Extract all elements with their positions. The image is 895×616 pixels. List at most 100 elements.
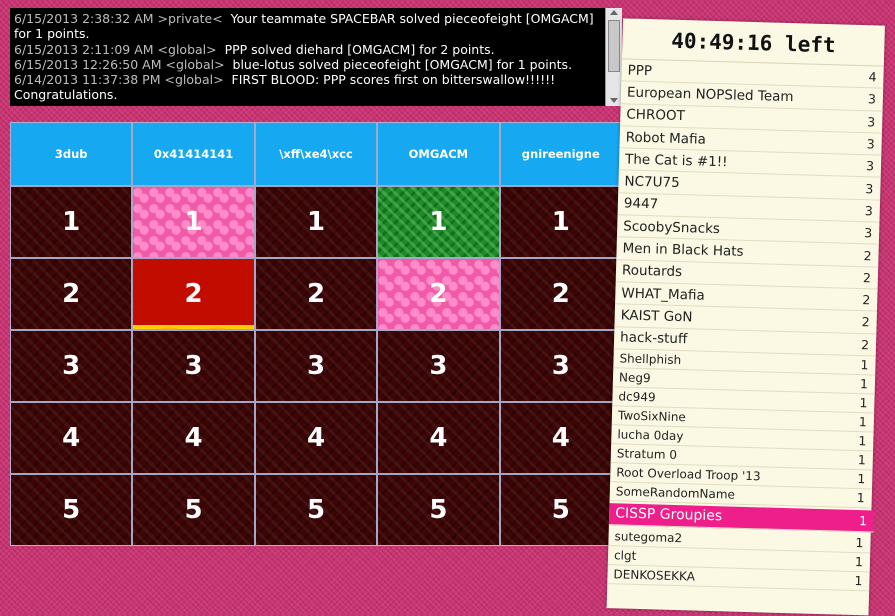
challenge-points: 4 xyxy=(184,423,203,453)
challenge-cell[interactable]: 4 xyxy=(500,403,621,473)
challenge-points: 2 xyxy=(62,279,81,309)
challenge-cell[interactable]: 3 xyxy=(11,331,132,401)
team-name: DENKOSEKKA xyxy=(613,567,696,584)
team-score: 1 xyxy=(858,414,868,430)
challenge-points: 5 xyxy=(551,495,570,525)
scroll-thumb[interactable] xyxy=(608,20,620,72)
chat-scrollbar[interactable] xyxy=(605,8,622,106)
team-name: clgt xyxy=(613,548,637,563)
team-name: Root Overload Troop '13 xyxy=(616,465,761,484)
chat-timestamp: 6/15/2013 2:38:32 AM >private< xyxy=(14,11,223,26)
team-score: 2 xyxy=(862,269,872,286)
team-name: 9447 xyxy=(623,195,659,213)
category-header: gnireenigne xyxy=(500,123,621,185)
team-score: 1 xyxy=(854,573,863,589)
team-name: Men in Black Hats xyxy=(622,240,744,260)
challenge-cell[interactable]: 4 xyxy=(133,403,254,473)
challenge-points: 5 xyxy=(429,495,448,525)
team-name: TwoSixNine xyxy=(617,408,686,425)
team-score: 3 xyxy=(865,180,874,197)
challenge-points: 4 xyxy=(429,423,448,453)
team-score: 1 xyxy=(856,490,865,506)
challenge-points: 2 xyxy=(551,279,570,309)
team-name: Routards xyxy=(621,262,683,281)
challenge-cell[interactable]: 5 xyxy=(255,475,377,545)
challenge-points: 5 xyxy=(62,495,81,525)
team-name: CHROOT xyxy=(626,106,686,125)
challenge-cell[interactable]: 1 xyxy=(500,187,621,257)
challenge-cell[interactable]: 3 xyxy=(378,331,499,401)
chat-line: 6/15/2013 12:26:50 AM <global> blue-lotu… xyxy=(14,57,604,72)
chat-timestamp: 6/15/2013 12:26:50 AM <global> xyxy=(14,56,225,72)
team-score: 2 xyxy=(862,292,871,308)
team-score: 3 xyxy=(865,158,875,174)
team-name: KAIST GoN xyxy=(620,307,693,326)
team-score: 1 xyxy=(858,512,868,529)
challenge-points: 1 xyxy=(306,207,326,237)
challenge-cell[interactable]: 3 xyxy=(500,331,621,401)
challenge-cell[interactable]: 2 xyxy=(500,259,621,329)
team-name: CISSP Groupies xyxy=(614,505,723,525)
team-score: 1 xyxy=(857,471,866,487)
chat-log[interactable]: 6/15/2013 2:38:32 AM >private< Your team… xyxy=(10,8,622,106)
challenge-cell[interactable]: 3 xyxy=(255,331,377,401)
team-score: 2 xyxy=(860,336,870,353)
challenge-cell[interactable]: 1 xyxy=(133,187,254,257)
challenge-cell[interactable]: 2 xyxy=(255,259,377,329)
challenge-cell[interactable]: 3 xyxy=(133,331,254,401)
challenge-points: 3 xyxy=(306,351,326,381)
team-name: lucha 0day xyxy=(617,427,684,444)
chat-line: 6/15/2013 2:38:32 AM >private< Your team… xyxy=(14,11,604,42)
scroll-down-arrow-icon[interactable] xyxy=(610,98,618,103)
challenge-points: 1 xyxy=(184,207,203,237)
category-header: 0x41414141 xyxy=(133,123,254,185)
challenge-cell[interactable]: 2 xyxy=(11,259,132,329)
challenge-cell[interactable]: 4 xyxy=(11,403,132,473)
team-name: Stratum 0 xyxy=(616,446,678,462)
challenge-cell[interactable]: 4 xyxy=(255,403,377,473)
category-header: \xff\xe4\xcc xyxy=(255,123,377,185)
team-score: 4 xyxy=(868,69,877,85)
challenge-points: 4 xyxy=(62,423,81,453)
team-name: SomeRandomName xyxy=(615,484,736,502)
team-score: 1 xyxy=(859,376,869,392)
flames-decoration xyxy=(133,315,254,329)
challenge-cell[interactable]: 1 xyxy=(255,187,377,257)
team-score: 2 xyxy=(863,247,872,263)
team-name: European NOPSled Team xyxy=(626,84,794,106)
team-score: 1 xyxy=(854,554,864,570)
team-score: 3 xyxy=(863,225,873,241)
team-score: 1 xyxy=(858,433,867,449)
challenge-points: 4 xyxy=(551,423,570,453)
challenge-points: 3 xyxy=(429,351,448,381)
chat-message: PPP solved diehard [OMGACM] for 2 points… xyxy=(224,41,495,57)
scroll-up-arrow-icon[interactable] xyxy=(610,10,618,15)
challenge-cell[interactable]: 2 xyxy=(133,259,254,329)
challenge-cell[interactable]: 5 xyxy=(500,475,621,545)
team-score: 2 xyxy=(861,314,870,330)
chat-line: 6/14/2013 11:37:38 PM <global> FIRST BLO… xyxy=(14,72,604,103)
challenge-cell[interactable]: 5 xyxy=(11,475,132,545)
team-name: ScoobySnacks xyxy=(623,218,721,237)
team-name: dc949 xyxy=(618,389,656,405)
team-name: Robot Mafia xyxy=(625,128,707,148)
challenge-board: 3dub 0x41414141 \xff\xe4\xcc OMGACM gnir… xyxy=(10,122,622,546)
team-score: 1 xyxy=(855,535,864,551)
team-name: PPP xyxy=(627,62,653,79)
challenge-cell[interactable]: 2 xyxy=(378,259,499,329)
team-name: sutegoma2 xyxy=(614,529,683,546)
challenge-cell[interactable]: 1 xyxy=(11,187,132,257)
team-score: 1 xyxy=(860,357,869,373)
chat-timestamp: 6/15/2013 2:11:09 AM <global> xyxy=(14,41,217,57)
scoreboard-panel: 40:49:16 left PPP 4 European NOPSled Team… xyxy=(606,18,885,616)
challenge-points: 1 xyxy=(429,207,448,237)
chat-message: blue-lotus solved pieceofeight [OMGACM] … xyxy=(232,56,573,72)
challenge-points: 1 xyxy=(62,207,81,237)
challenge-points: 2 xyxy=(184,279,203,309)
chat-line: 6/15/2013 2:11:09 AM <global> PPP solved… xyxy=(14,42,604,57)
challenge-points: 4 xyxy=(306,423,326,453)
challenge-cell[interactable]: 5 xyxy=(378,475,499,545)
challenge-cell[interactable]: 4 xyxy=(378,403,499,473)
challenge-cell[interactable]: 5 xyxy=(133,475,254,545)
challenge-cell[interactable]: 1 xyxy=(378,187,499,257)
